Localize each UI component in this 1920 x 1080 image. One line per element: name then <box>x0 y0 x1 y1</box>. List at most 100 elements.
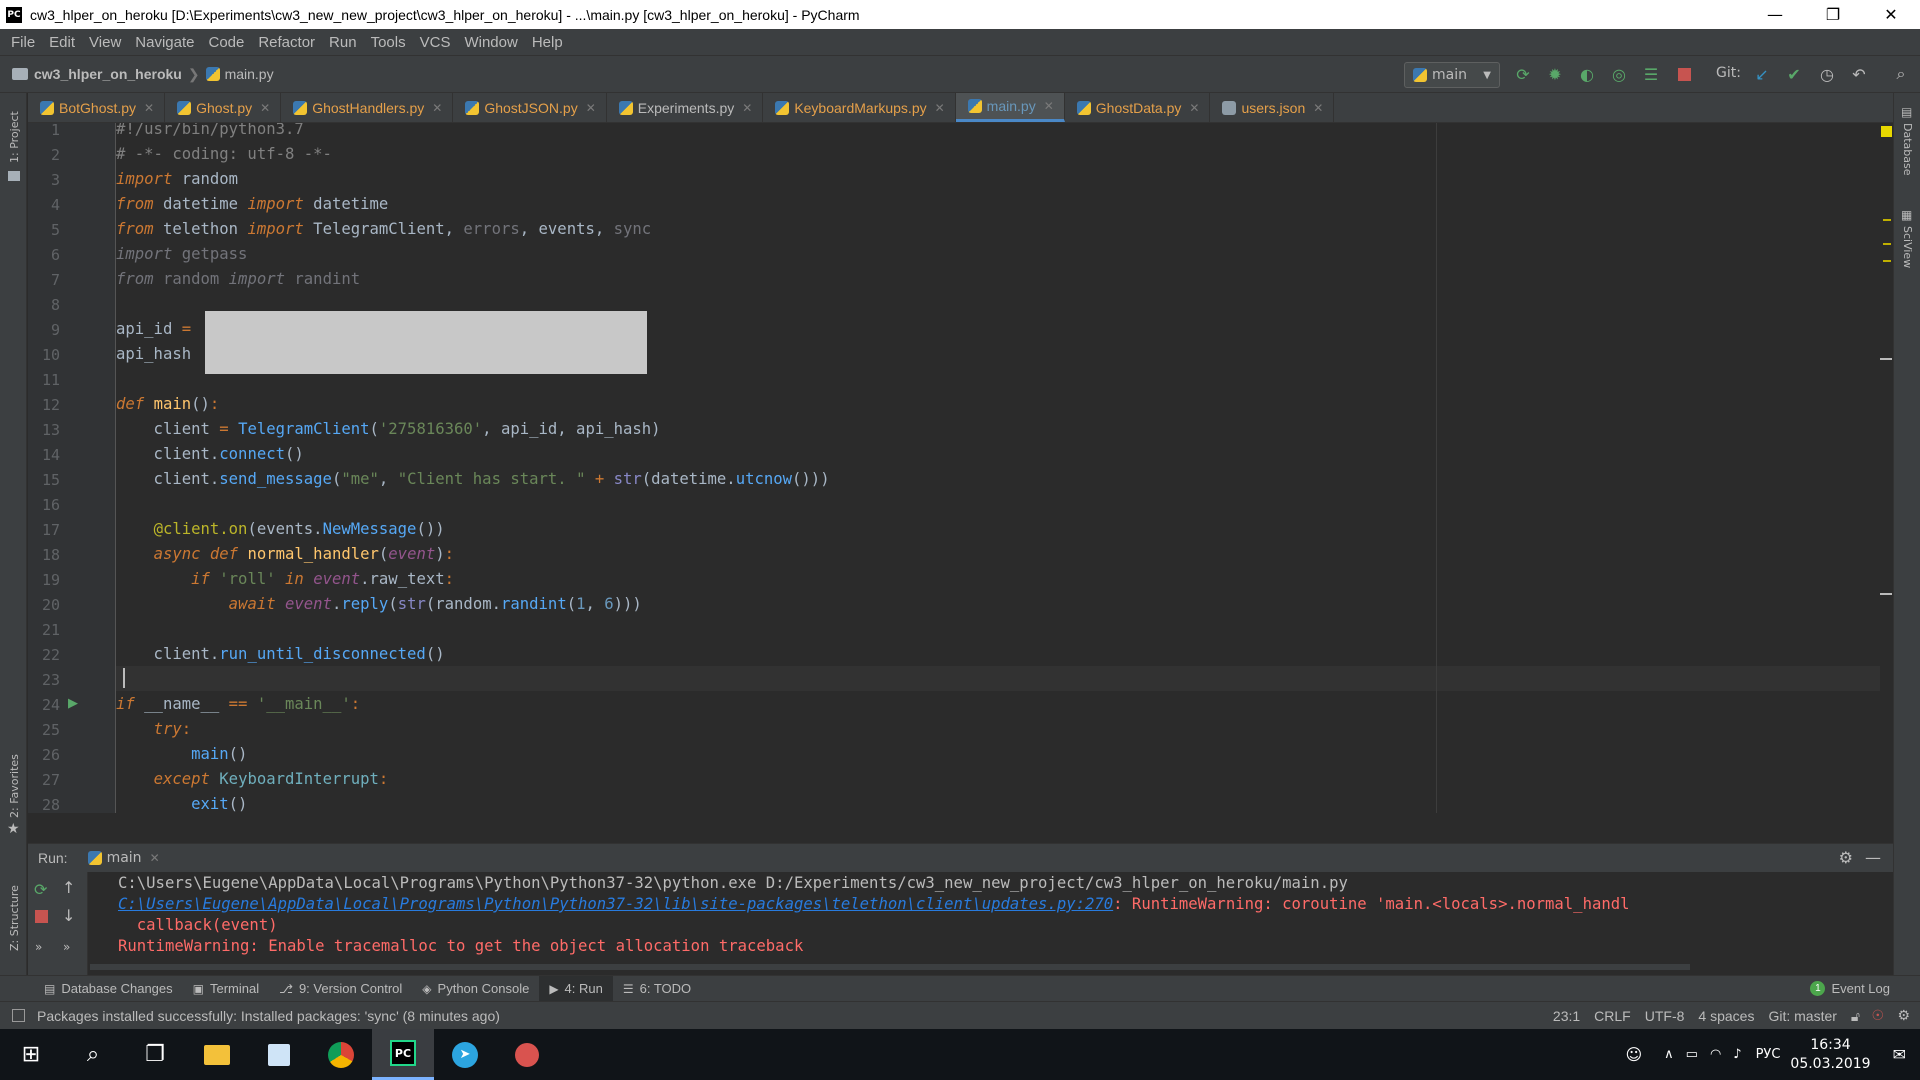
database-tool-tab[interactable]: Database <box>1901 123 1914 176</box>
chrome-icon[interactable] <box>310 1029 372 1080</box>
volume-icon[interactable]: ♪ <box>1733 1047 1741 1062</box>
restore-icon[interactable]: ❐ <box>1804 0 1862 29</box>
scroll-down-icon[interactable]: ↓ <box>62 906 75 925</box>
stop-icon[interactable] <box>35 910 48 923</box>
breadcrumb-file[interactable]: main.py <box>225 66 274 82</box>
profile-icon[interactable]: ◎ <box>1609 64 1629 84</box>
search-icon[interactable]: ⌕ <box>62 1029 124 1080</box>
show-hidden-icons-icon[interactable]: ∧ <box>1664 1047 1674 1062</box>
gear-icon[interactable]: ⚙ <box>1839 848 1853 867</box>
run-tab-main[interactable]: main ✕ <box>87 850 160 866</box>
menu-vcs[interactable]: VCS <box>413 34 458 51</box>
menu-code[interactable]: Code <box>201 34 251 51</box>
concurrency-icon[interactable]: ☰ <box>1641 64 1661 84</box>
close-tab-icon[interactable]: ✕ <box>586 101 596 115</box>
tab-experiments[interactable]: Experiments.py ✕ <box>607 93 764 122</box>
git-update-icon[interactable]: ↙ <box>1752 64 1772 84</box>
hide-panel-icon[interactable]: — <box>1865 848 1881 867</box>
clock[interactable]: 16:34 05.03.2019 <box>1790 1036 1870 1074</box>
close-tab-icon[interactable]: ✕ <box>260 101 270 115</box>
notifications-icon[interactable]: ✉ <box>1893 1045 1906 1064</box>
expand-right-icon[interactable]: » <box>63 940 70 954</box>
vertical-scrollbar[interactable] <box>1880 123 1893 813</box>
history-icon[interactable]: ◷ <box>1817 64 1837 84</box>
close-tab-icon[interactable]: ✕ <box>742 101 752 115</box>
close-tab-icon[interactable]: ✕ <box>144 101 154 115</box>
python-console-button[interactable]: ◈ Python Console <box>412 976 539 1002</box>
structure-tool-tab[interactable]: Z: Structure <box>8 885 21 951</box>
close-tab-icon[interactable]: ✕ <box>1189 101 1199 115</box>
tab-ghostjson[interactable]: GhostJSON.py ✕ <box>453 93 607 122</box>
tab-main[interactable]: main.py ✕ <box>955 93 1065 122</box>
tab-botghost[interactable]: BotGhost.py ✕ <box>28 93 166 122</box>
run-configuration-select[interactable]: main ▼ <box>1404 62 1500 88</box>
event-log-button[interactable]: 1 Event Log <box>1800 976 1900 1002</box>
lock-icon[interactable]: 🔓︎ <box>1851 1008 1860 1025</box>
menu-help[interactable]: Help <box>525 34 570 51</box>
horizontal-scrollbar[interactable] <box>90 964 1690 970</box>
close-tab-icon[interactable]: ✕ <box>432 101 442 115</box>
code-editor[interactable]: 1 2 3 4 5 6 7 8 9 10 11 12 13 14 15 16 1… <box>28 123 1893 813</box>
people-icon[interactable]: ☺ <box>1625 1045 1642 1064</box>
menu-run[interactable]: Run <box>322 34 364 51</box>
todo-button[interactable]: ☰ 6: TODO <box>613 976 701 1002</box>
battery-icon[interactable]: ▭ <box>1686 1047 1698 1062</box>
minimize-icon[interactable]: — <box>1746 0 1804 29</box>
close-tab-icon[interactable]: ✕ <box>1044 99 1054 113</box>
terminal-button[interactable]: ▣ Terminal <box>183 976 269 1002</box>
input-language[interactable]: РУС <box>1756 1047 1781 1062</box>
tool-windows-toggle-icon[interactable] <box>12 1009 25 1022</box>
favorites-tool-tab[interactable]: 2: Favorites <box>8 754 21 818</box>
menu-edit[interactable]: Edit <box>42 34 82 51</box>
debug-icon[interactable]: ✹ <box>1545 64 1565 84</box>
caret-position[interactable]: 23:1 <box>1553 1008 1580 1024</box>
pycharm-taskbar-icon[interactable]: PC <box>372 1029 434 1080</box>
rerun-icon[interactable]: ⟳ <box>1513 64 1533 84</box>
version-control-button[interactable]: ⎇ 9: Version Control <box>269 976 412 1002</box>
menu-refactor[interactable]: Refactor <box>251 34 322 51</box>
sciview-tool-tab[interactable]: SciView <box>1901 226 1914 268</box>
windows-start-icon[interactable]: ⊞ <box>0 1029 62 1080</box>
menu-tools[interactable]: Tools <box>364 34 413 51</box>
expand-left-icon[interactable]: » <box>35 940 42 954</box>
menu-navigate[interactable]: Navigate <box>128 34 201 51</box>
tab-keyboardmarkups[interactable]: KeyboardMarkups.py ✕ <box>763 93 956 122</box>
memory-indicator-icon[interactable]: ⚙ <box>1897 1007 1910 1024</box>
notepad-icon[interactable] <box>248 1029 310 1080</box>
rerun-icon[interactable]: ⟳ <box>34 880 47 899</box>
menu-window[interactable]: Window <box>457 34 524 51</box>
database-changes-button[interactable]: ▤ Database Changes <box>34 976 183 1002</box>
tab-ghosthandlers[interactable]: GhostHandlers.py ✕ <box>281 93 454 122</box>
tab-ghost[interactable]: Ghost.py ✕ <box>165 93 282 122</box>
stop-icon[interactable] <box>1674 64 1694 84</box>
status-message[interactable]: Packages installed successfully: Install… <box>37 1008 500 1024</box>
run-gutter-icon[interactable]: ▶ <box>68 696 78 711</box>
menu-view[interactable]: View <box>82 34 128 51</box>
task-view-icon[interactable]: ❐ <box>124 1029 186 1080</box>
tab-users-json[interactable]: users.json ✕ <box>1210 93 1335 122</box>
breadcrumb-project[interactable]: cw3_hlper_on_heroku <box>34 66 182 82</box>
file-explorer-icon[interactable] <box>186 1029 248 1080</box>
close-tab-icon[interactable]: ✕ <box>150 851 160 865</box>
inspection-status-icon[interactable] <box>1881 126 1892 137</box>
coverage-icon[interactable]: ◐ <box>1577 64 1597 84</box>
close-icon[interactable]: ✕ <box>1862 0 1920 29</box>
line-separator[interactable]: CRLF <box>1594 1008 1631 1024</box>
tab-ghostdata[interactable]: GhostData.py ✕ <box>1065 93 1211 122</box>
indent-setting[interactable]: 4 spaces <box>1698 1008 1754 1024</box>
telegram-icon[interactable]: ➤ <box>434 1029 496 1080</box>
close-tab-icon[interactable]: ✕ <box>935 101 945 115</box>
scroll-up-icon[interactable]: ↑ <box>62 878 75 897</box>
revert-icon[interactable]: ↶ <box>1849 64 1869 84</box>
wifi-icon[interactable]: ◠ <box>1710 1047 1721 1062</box>
traceback-link[interactable]: C:\Users\Eugene\AppData\Local\Programs\P… <box>118 895 1113 913</box>
menu-file[interactable]: File <box>4 34 42 51</box>
close-tab-icon[interactable]: ✕ <box>1313 101 1323 115</box>
vcs-branch[interactable]: Git: master <box>1768 1008 1836 1024</box>
search-icon[interactable]: ⌕ <box>1891 64 1911 84</box>
app-icon[interactable] <box>496 1029 558 1080</box>
project-tool-tab[interactable]: 1: Project <box>8 111 21 163</box>
git-commit-icon[interactable]: ✔ <box>1784 64 1804 84</box>
run-button[interactable]: ▶ 4: Run <box>539 975 613 1002</box>
file-encoding[interactable]: UTF-8 <box>1645 1008 1685 1024</box>
